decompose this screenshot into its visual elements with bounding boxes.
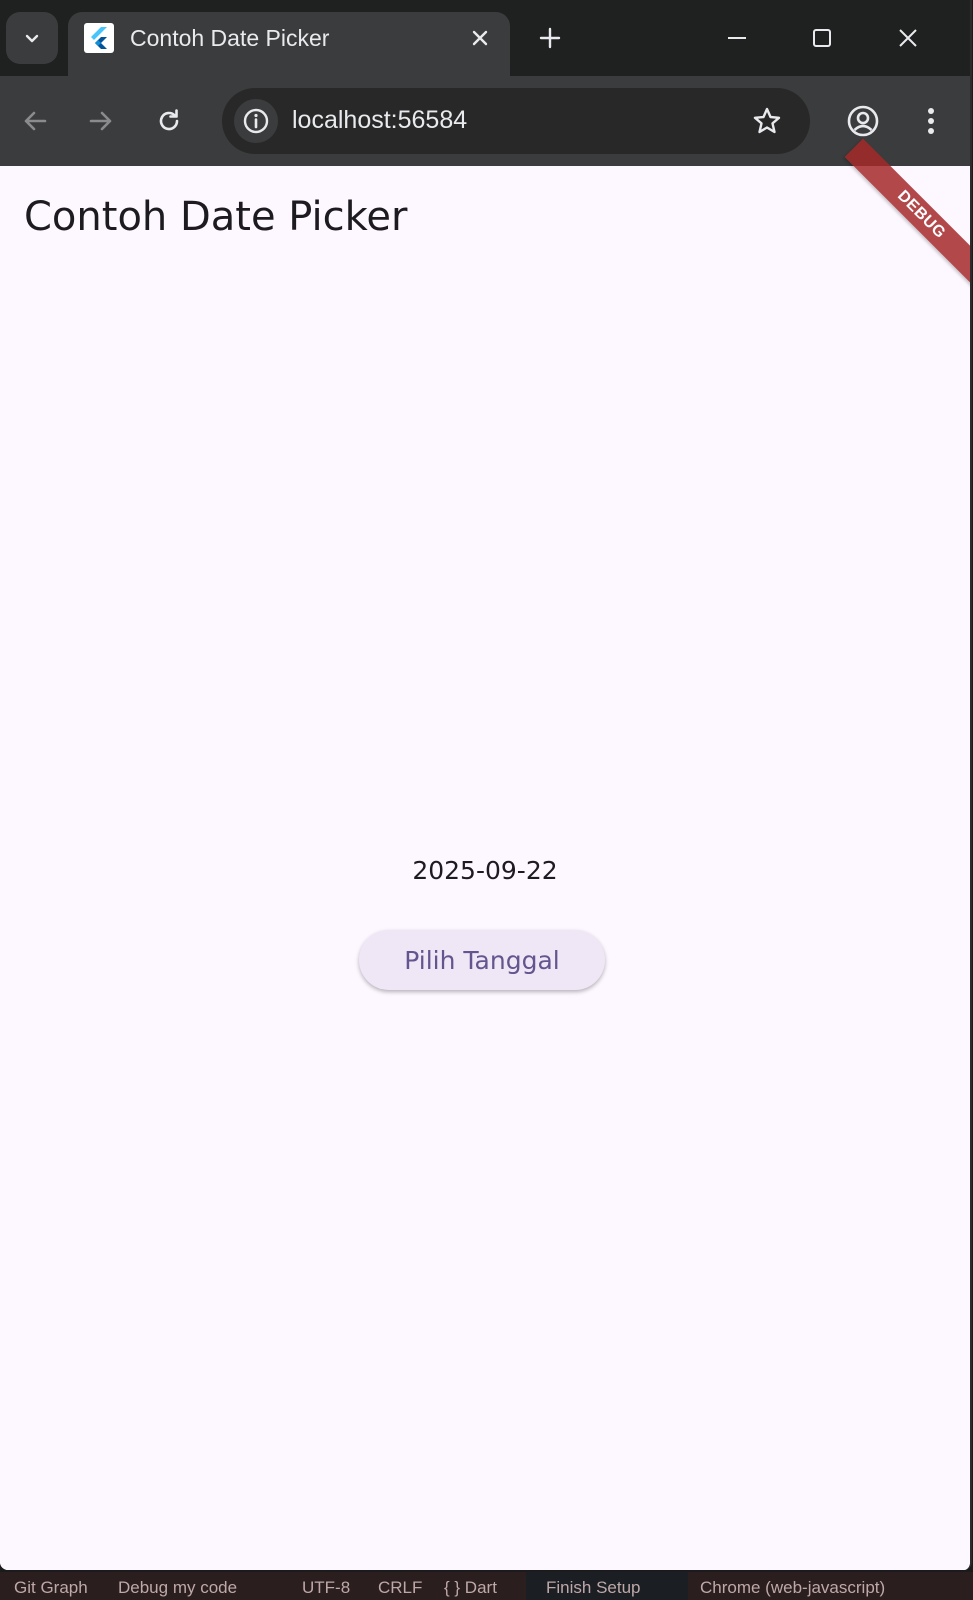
menu-button[interactable] [910,100,952,142]
address-bar[interactable]: localhost:56584 [222,88,810,154]
maximize-icon [811,27,833,49]
tab-close-button[interactable] [464,22,496,54]
tab-active[interactable]: Contoh Date Picker [68,12,510,76]
info-icon [242,107,270,135]
minimize-button[interactable] [713,14,761,62]
flutter-logo-icon [84,23,114,53]
bookmark-button[interactable] [748,102,786,140]
status-item-encoding[interactable]: UTF-8 [302,1578,350,1598]
tab-search-button[interactable] [6,12,58,64]
minimize-icon [726,27,748,49]
status-item-eol[interactable]: CRLF [378,1578,422,1598]
browser-window: Contoh Date Picker localhost:56584 Conto… [0,0,972,1570]
more-vert-icon [926,106,936,136]
new-tab-button[interactable] [532,20,568,56]
reload-button[interactable] [148,100,190,142]
reload-icon [155,107,183,135]
profile-button[interactable] [842,100,884,142]
pick-date-button[interactable]: Pilih Tanggal [359,930,605,990]
app-bar-title: Contoh Date Picker [24,194,408,240]
close-icon [897,27,919,49]
site-info-button[interactable] [234,99,278,143]
url-text[interactable]: localhost:56584 [292,106,467,135]
chevron-down-icon [22,28,42,48]
plus-icon [538,26,562,50]
back-button[interactable] [14,100,56,142]
selected-date-text: 2025-09-22 [412,856,558,885]
status-item-language[interactable]: { } Dart [444,1578,497,1598]
browser-toolbar: localhost:56584 [0,76,970,166]
status-item-git-graph[interactable]: Git Graph [14,1578,88,1598]
arrow-right-icon [87,107,115,135]
status-item-debug-target[interactable]: Chrome (web-javascript) [700,1578,885,1598]
tab-title: Contoh Date Picker [130,25,330,51]
close-icon [471,29,489,47]
star-icon [752,106,782,136]
account-circle-icon [846,104,880,138]
window-close-button[interactable] [884,14,932,62]
maximize-button[interactable] [798,14,846,62]
status-item-debug[interactable]: Debug my code [118,1578,237,1598]
editor-status-bar: Git Graph Debug my code UTF-8 CRLF { } D… [0,1572,973,1600]
arrow-left-icon [21,107,49,135]
tab-strip: Contoh Date Picker [0,0,970,76]
status-item-finish-setup[interactable]: Finish Setup [546,1578,641,1598]
forward-button[interactable] [80,100,122,142]
page-content: Contoh Date Picker DEBUG 2025-09-22 Pili… [0,138,970,1570]
